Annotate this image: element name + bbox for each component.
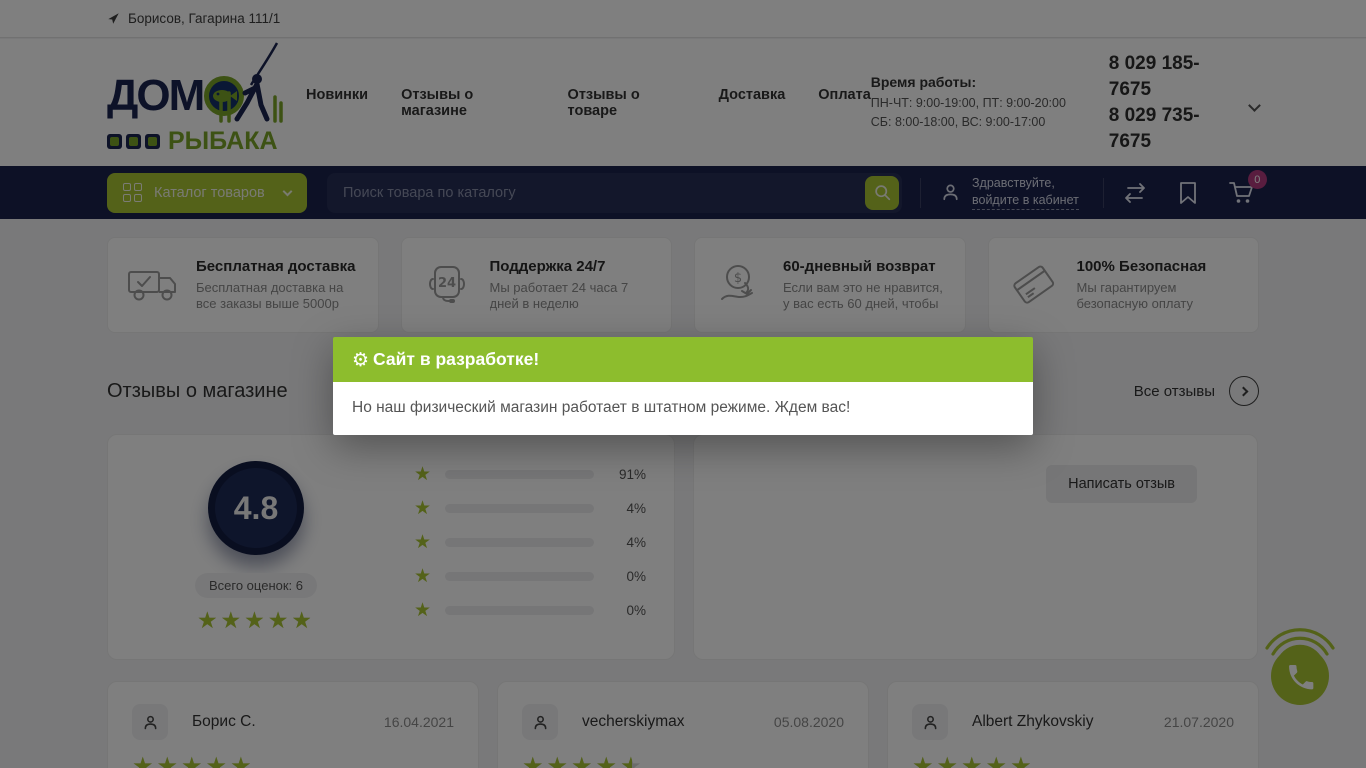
site-development-modal: ⚙ Сайт в разработке! Но наш физический м… — [333, 337, 1033, 435]
gears-icon: ⚙ — [352, 348, 370, 371]
modal-body: Но наш физический магазин работает в шта… — [333, 382, 1033, 435]
modal-header: ⚙ Сайт в разработке! — [333, 337, 1033, 382]
modal-title: Сайт в разработке! — [373, 349, 540, 369]
page: Борисов, Гагарина 111/1 ДОМ РЫБАКА — [0, 0, 1366, 768]
modal-message: Но наш физический магазин работает в шта… — [352, 399, 851, 416]
